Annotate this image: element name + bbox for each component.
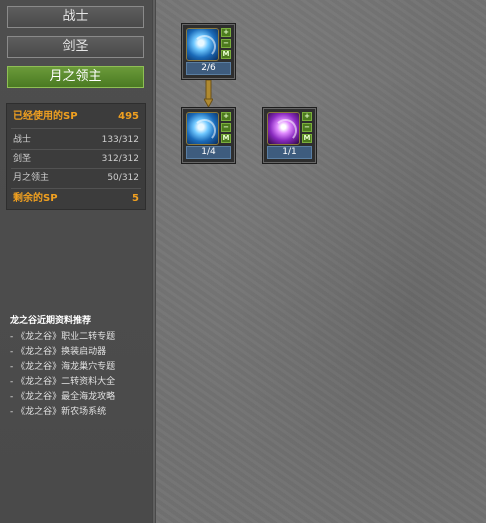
sp-remaining-value: 5	[132, 193, 139, 204]
links-title: 龙之谷近期资料推荐	[10, 316, 92, 326]
sp-used-value: 495	[118, 111, 139, 122]
skill-max-button[interactable]: M	[221, 50, 231, 59]
divider	[11, 128, 141, 129]
sp-row-label: 剑圣	[13, 154, 32, 164]
skill-minus-button[interactable]: −	[221, 123, 231, 132]
skill-slot-3[interactable]: + − M 1/1	[263, 108, 316, 163]
link-item[interactable]: - 《龙之谷》二转资料大全	[10, 375, 150, 390]
sp-remaining-label: 剩余的SP	[13, 193, 58, 204]
skill-max-button[interactable]: M	[302, 134, 312, 143]
sidebar: 战士 剑圣 月之领主 已经使用的SP 495 战士 133/312 剑圣 312…	[0, 0, 152, 523]
sp-remaining-row: 剩余的SP 5	[7, 190, 145, 208]
sp-used-row: 已经使用的SP 495	[7, 108, 145, 126]
link-item[interactable]: - 《龙之谷》海龙巢穴专题	[10, 360, 150, 375]
skill-minus-button[interactable]: −	[302, 123, 312, 132]
blue-swirl-icon[interactable]	[186, 28, 219, 61]
link-item[interactable]: - 《龙之谷》职业二转专题	[10, 330, 150, 345]
skill-level: 2/6	[186, 62, 231, 75]
purple-swirl-icon[interactable]	[267, 112, 300, 145]
skill-buttons: + − M	[302, 112, 312, 145]
skill-plus-button[interactable]: +	[221, 112, 231, 121]
skill-plus-button[interactable]: +	[221, 28, 231, 37]
sp-row-value: 133/312	[101, 135, 139, 145]
sp-row-label: 战士	[13, 135, 32, 145]
sp-row-value: 312/312	[101, 154, 139, 164]
divider	[11, 188, 141, 189]
skill-slot-1[interactable]: + − M 2/6	[182, 24, 235, 79]
sp-row-warrior: 战士 133/312	[7, 131, 145, 149]
skill-max-button[interactable]: M	[221, 134, 231, 143]
skill-plus-button[interactable]: +	[302, 112, 312, 121]
blue-swirl-icon[interactable]	[186, 112, 219, 145]
link-item[interactable]: - 《龙之谷》换装启动器	[10, 345, 150, 360]
link-item[interactable]: - 《龙之谷》新农场系统	[10, 405, 150, 420]
tab-warrior[interactable]: 战士	[7, 6, 144, 28]
recommended-links: 龙之谷近期资料推荐 - 《龙之谷》职业二转专题 - 《龙之谷》换装启动器 - 《…	[10, 312, 150, 420]
skill-buttons: + − M	[221, 112, 231, 145]
link-item[interactable]: - 《龙之谷》最全海龙攻略	[10, 390, 150, 405]
skill-slot-2[interactable]: + − M 1/4	[182, 108, 235, 163]
tab-sword-master[interactable]: 剑圣	[7, 36, 144, 58]
skill-level: 1/4	[186, 146, 231, 159]
skill-minus-button[interactable]: −	[221, 39, 231, 48]
sp-panel: 已经使用的SP 495 战士 133/312 剑圣 312/312 月之领主 5…	[6, 103, 146, 210]
sp-row-moonlord: 月之领主 50/312	[7, 169, 145, 187]
sp-used-label: 已经使用的SP	[13, 111, 78, 122]
sp-row-value: 50/312	[107, 173, 139, 183]
sp-row-sword-master: 剑圣 312/312	[7, 150, 145, 168]
skill-buttons: + − M	[221, 28, 231, 61]
skill-level: 1/1	[267, 146, 312, 159]
skill-connector-arrow	[204, 80, 213, 108]
sp-row-label: 月之领主	[13, 173, 50, 183]
tab-moonlord[interactable]: 月之领主	[7, 66, 144, 88]
